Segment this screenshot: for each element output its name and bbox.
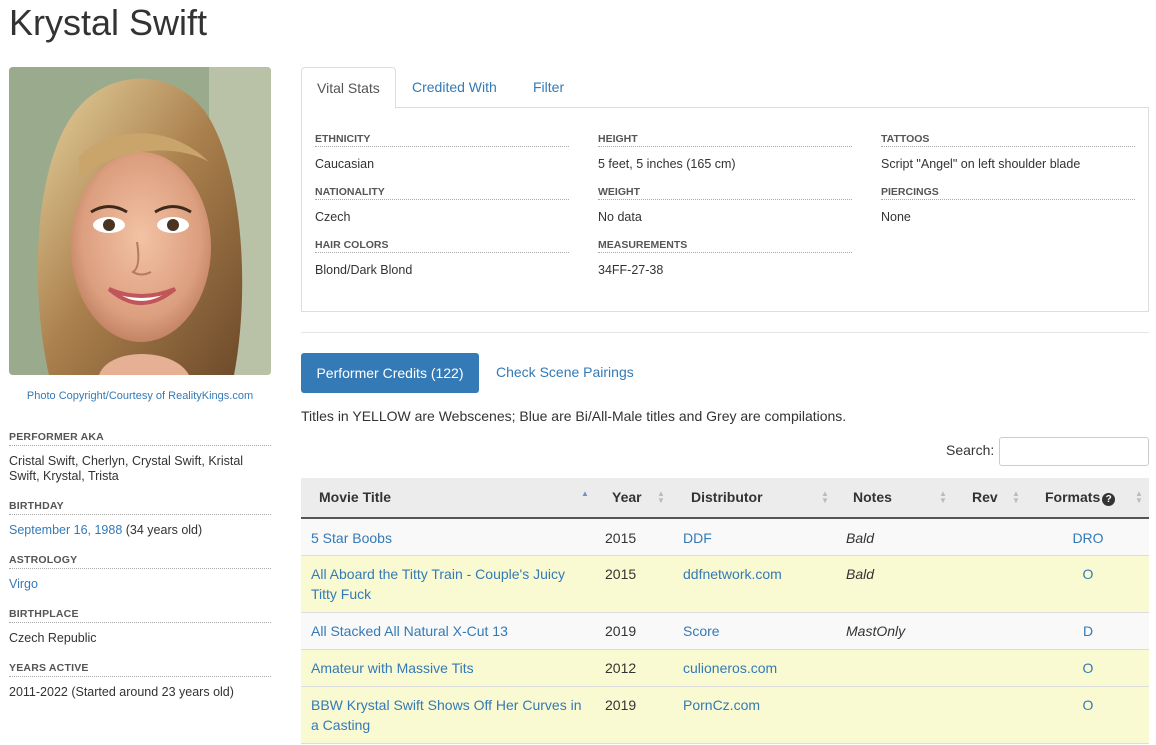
- nationality-label: NATIONALITY: [315, 186, 569, 200]
- vitals-column-3: TATTOOS Script "Angel" on left shoulder …: [881, 133, 1135, 239]
- performer-credits-button[interactable]: Performer Credits (122): [301, 353, 479, 393]
- performer-photo: [9, 67, 271, 375]
- credits-color-legend: Titles in YELLOW are Webscenes; Blue are…: [301, 408, 847, 424]
- movie-title-link[interactable]: Amateur with Massive Tits: [311, 658, 591, 678]
- birthday-value: September 16, 1988 (34 years old): [9, 523, 271, 538]
- weight-value: No data: [598, 210, 642, 224]
- col-notes[interactable]: Notes: [853, 478, 892, 517]
- piercings-label: PIERCINGS: [881, 186, 1135, 200]
- years-active-section: YEARS ACTIVE 2011-2022 (Started around 2…: [9, 662, 271, 700]
- question-circle-icon[interactable]: ?: [1102, 493, 1116, 506]
- formats-link[interactable]: O: [1061, 564, 1115, 584]
- birthplace-section: BIRTHPLACE Czech Republic: [9, 608, 271, 646]
- table-row: All Stacked All Natural X-Cut 13 2019 Sc…: [301, 613, 1149, 650]
- ethnicity-label: ETHNICITY: [315, 133, 569, 147]
- table-row: Amateur with Massive Tits 2012 culionero…: [301, 650, 1149, 687]
- movie-title-link[interactable]: 5 Star Boobs: [311, 528, 591, 548]
- performer-aka-value: Cristal Swift, Cherlyn, Crystal Swift, K…: [9, 454, 244, 483]
- ethnicity-value: Caucasian: [315, 157, 375, 171]
- piercings-value: None: [881, 210, 911, 224]
- col-formats-label: Formats: [1045, 489, 1101, 505]
- distributor-link[interactable]: PornCz.com: [683, 695, 760, 715]
- tattoos-label: TATTOOS: [881, 133, 1135, 147]
- section-divider: [301, 332, 1149, 333]
- measurements-value: 34FF-27-38: [598, 263, 664, 277]
- table-row: All Aboard the Titty Train - Couple's Ju…: [301, 556, 1149, 613]
- years-active-value: 2011-2022 (Started around 23 years old): [9, 685, 234, 699]
- tab-vital-stats[interactable]: Vital Stats: [301, 67, 396, 109]
- movie-notes: Bald: [846, 566, 875, 582]
- weight-label: WEIGHT: [598, 186, 852, 200]
- birthplace-label: BIRTHPLACE: [9, 608, 271, 623]
- movie-year: 2019: [605, 623, 637, 639]
- credits-table: Movie Title ▲ Year ▲ ▼ Distributor ▲ ▼ Not…: [301, 478, 1149, 744]
- hair-colors-label: HAIR COLORS: [315, 239, 569, 253]
- astrology-link[interactable]: Virgo: [9, 577, 38, 591]
- movie-year: 2015: [605, 566, 637, 582]
- birthday-age: (34 years old): [122, 523, 203, 537]
- sort-distributor-icon[interactable]: ▲ ▼: [821, 490, 829, 505]
- performer-aka-section: PERFORMER AKA Cristal Swift, Cherlyn, Cr…: [9, 431, 271, 484]
- movie-year: 2019: [605, 697, 637, 713]
- vitals-column-1: ETHNICITY Caucasian NATIONALITY Czech HA…: [315, 133, 569, 292]
- nationality-value: Czech: [315, 210, 351, 224]
- astrology-label: ASTROLOGY: [9, 554, 271, 569]
- performer-aka-label: PERFORMER AKA: [9, 431, 271, 446]
- search-input[interactable]: [999, 437, 1149, 466]
- col-rev[interactable]: Rev: [972, 478, 998, 517]
- table-row: BBW Krystal Swift Shows Off Her Curves i…: [301, 687, 1149, 744]
- movie-title-link[interactable]: All Aboard the Titty Train - Couple's Ju…: [311, 564, 591, 604]
- col-movie-title[interactable]: Movie Title: [319, 478, 391, 517]
- years-active-label: YEARS ACTIVE: [9, 662, 271, 677]
- sort-movie-title-icon[interactable]: ▲: [581, 490, 589, 498]
- distributor-link[interactable]: ddfnetwork.com: [683, 564, 782, 584]
- movie-notes: MastOnly: [846, 623, 906, 639]
- col-year[interactable]: Year: [612, 478, 642, 517]
- distributor-link[interactable]: culioneros.com: [683, 658, 777, 678]
- table-row: 5 Star Boobs 2015 DDF Bald DRO: [301, 519, 1149, 556]
- tab-credited-with[interactable]: Credited With: [397, 67, 512, 108]
- vital-stats-panel: ETHNICITY Caucasian NATIONALITY Czech HA…: [301, 107, 1149, 312]
- height-label: HEIGHT: [598, 133, 852, 147]
- sort-year-icon[interactable]: ▲ ▼: [657, 490, 665, 505]
- col-formats[interactable]: Formats?: [1045, 478, 1116, 517]
- birthday-label: BIRTHDAY: [9, 500, 271, 515]
- col-distributor[interactable]: Distributor: [691, 478, 763, 517]
- movie-year: 2015: [605, 530, 637, 546]
- astrology-section: ASTROLOGY Virgo: [9, 554, 271, 592]
- birthday-section: BIRTHDAY September 16, 1988 (34 years ol…: [9, 500, 271, 538]
- birthplace-value: Czech Republic: [9, 631, 97, 645]
- formats-link[interactable]: O: [1061, 658, 1115, 678]
- distributor-link[interactable]: DDF: [683, 528, 712, 548]
- tab-filter[interactable]: Filter: [518, 67, 579, 108]
- sort-notes-icon[interactable]: ▲ ▼: [939, 490, 947, 505]
- formats-link[interactable]: DRO: [1061, 528, 1115, 548]
- profile-tabs: Vital Stats Credited With Filter: [301, 67, 1149, 109]
- hair-colors-value: Blond/Dark Blond: [315, 263, 413, 277]
- formats-link[interactable]: O: [1061, 695, 1115, 715]
- distributor-link[interactable]: Score: [683, 621, 720, 641]
- astrology-value-row: Virgo: [9, 577, 271, 592]
- movie-title-link[interactable]: BBW Krystal Swift Shows Off Her Curves i…: [311, 695, 591, 735]
- sort-formats-icon[interactable]: ▲ ▼: [1135, 490, 1143, 505]
- tattoos-value: Script "Angel" on left shoulder blade: [881, 157, 1081, 171]
- vitals-column-2: HEIGHT 5 feet, 5 inches (165 cm) WEIGHT …: [598, 133, 852, 292]
- search-label: Search:: [946, 442, 995, 458]
- formats-link[interactable]: D: [1061, 621, 1115, 641]
- page-title: Krystal Swift: [9, 2, 208, 43]
- measurements-label: MEASUREMENTS: [598, 239, 852, 253]
- movie-title-link[interactable]: All Stacked All Natural X-Cut 13: [311, 621, 591, 641]
- movie-notes: Bald: [846, 530, 875, 546]
- movie-year: 2012: [605, 660, 637, 676]
- sort-rev-icon[interactable]: ▲ ▼: [1012, 490, 1020, 505]
- table-header: Movie Title ▲ Year ▲ ▼ Distributor ▲ ▼ Not…: [301, 478, 1149, 519]
- height-value: 5 feet, 5 inches (165 cm): [598, 157, 736, 171]
- photo-credit-link[interactable]: Photo Copyright/Courtesy of RealityKings…: [9, 390, 271, 403]
- check-scene-pairings-link[interactable]: Check Scene Pairings: [496, 364, 634, 380]
- birthday-link[interactable]: September 16, 1988: [9, 523, 122, 537]
